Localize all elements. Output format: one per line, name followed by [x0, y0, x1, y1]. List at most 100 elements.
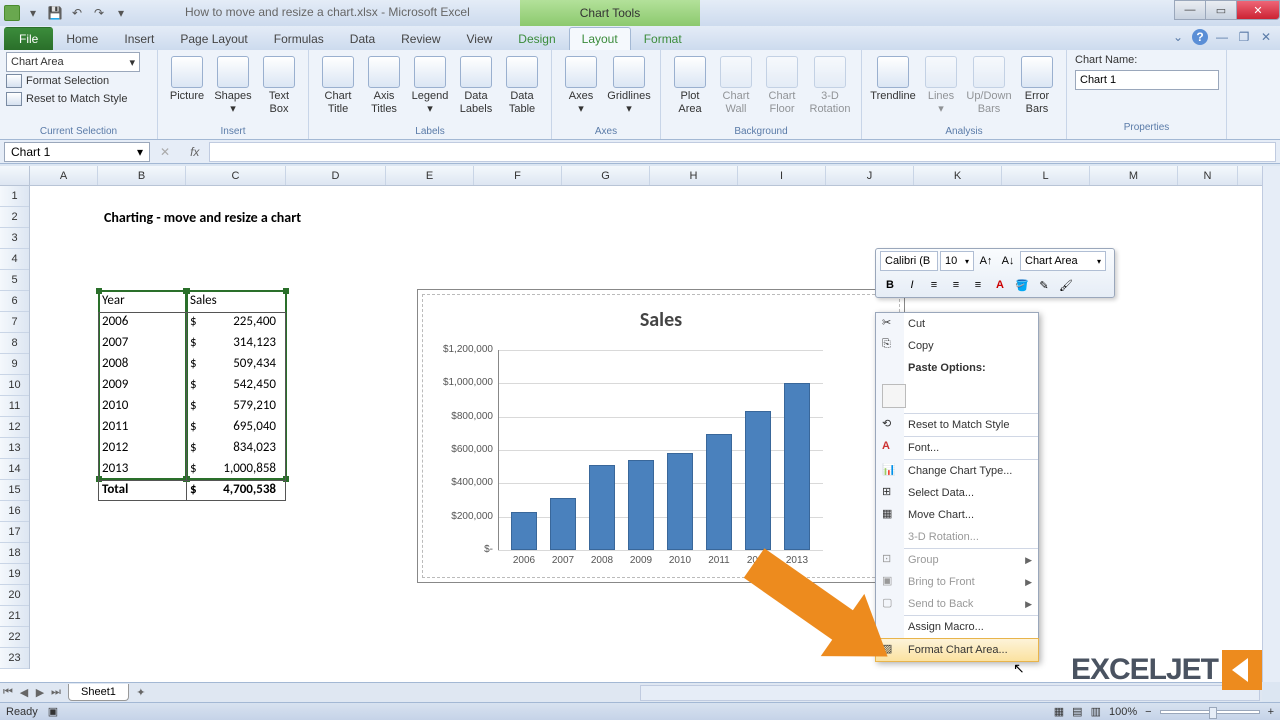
zoom-in-icon[interactable]: + [1268, 706, 1274, 718]
tab-insert[interactable]: Insert [111, 27, 167, 50]
reset-to-match-style-button[interactable]: Reset to Match Style [6, 90, 151, 108]
tab-formulas[interactable]: Formulas [261, 27, 337, 50]
workbook-restore-icon[interactable]: ❐ [1236, 29, 1252, 45]
error-bars-button[interactable]: Error Bars [1014, 52, 1060, 115]
gridlines-button[interactable]: Gridlines▾ [604, 52, 654, 115]
minimize-button[interactable]: — [1174, 0, 1206, 20]
tab-view[interactable]: View [454, 27, 506, 50]
redo-icon[interactable]: ↷ [90, 4, 108, 22]
formula-bar: Chart 1▾ ✕ fx [0, 140, 1280, 164]
tab-page-layout[interactable]: Page Layout [167, 27, 260, 50]
tab-home[interactable]: Home [53, 27, 111, 50]
ctx-cut[interactable]: ✂Cut [876, 313, 1038, 335]
align-right-icon[interactable]: ≡ [968, 275, 988, 295]
fx-icon[interactable]: fx [190, 145, 199, 159]
last-sheet-icon[interactable]: ⏭ [48, 685, 64, 701]
select-all-corner[interactable] [0, 166, 30, 186]
prev-sheet-icon[interactable]: ◀ [16, 685, 32, 701]
formula-input[interactable] [209, 142, 1276, 162]
bring-front-icon: ▣ [882, 574, 898, 590]
vertical-scrollbar[interactable] [1262, 166, 1280, 682]
name-box[interactable]: Chart 1▾ [4, 142, 150, 162]
picture-button[interactable]: Picture [164, 52, 210, 103]
ctx-move-chart[interactable]: ▦Move Chart... [876, 504, 1038, 526]
qat-dropdown-icon[interactable]: ▾ [24, 4, 42, 22]
ctx-font[interactable]: AFont... [876, 437, 1038, 459]
axis-titles-button[interactable]: Axis Titles [361, 52, 407, 115]
chart-title-button[interactable]: Chart Title [315, 52, 361, 115]
plot-area: $-$200,000$400,000$600,000$800,000$1,000… [498, 350, 823, 550]
error-bars-icon [1021, 56, 1053, 88]
tab-design[interactable]: Design [505, 27, 568, 50]
legend-button[interactable]: Legend▾ [407, 52, 453, 115]
grow-font-icon[interactable]: A↑ [976, 251, 996, 271]
data-table-button[interactable]: Data Table [499, 52, 545, 115]
plot-area-icon [674, 56, 706, 88]
tab-review[interactable]: Review [388, 27, 453, 50]
qat-customize-icon[interactable]: ▾ [112, 4, 130, 22]
view-normal-icon[interactable]: ▦ [1054, 705, 1064, 718]
help-icon[interactable]: ? [1192, 29, 1208, 45]
cancel-icon[interactable]: ✕ [160, 145, 170, 159]
tab-format[interactable]: Format [631, 27, 695, 50]
shrink-font-icon[interactable]: A↓ [998, 251, 1018, 271]
workbook-minimize-icon[interactable]: — [1214, 29, 1230, 45]
zoom-out-icon[interactable]: − [1145, 706, 1151, 718]
new-sheet-icon[interactable]: ✦ [133, 685, 149, 701]
ctx-change-chart-type[interactable]: 📊Change Chart Type... [876, 460, 1038, 482]
chart-element-dropdown[interactable]: Chart Area▾ [6, 52, 140, 72]
align-left-icon[interactable]: ≡ [924, 275, 944, 295]
bold-button[interactable]: B [880, 275, 900, 295]
chart-area-dropdown[interactable]: Chart Area▾ [1020, 251, 1106, 271]
next-sheet-icon[interactable]: ▶ [32, 685, 48, 701]
chart-object[interactable]: Sales $-$200,000$400,000$600,000$800,000… [417, 289, 905, 583]
font-family-dropdown[interactable]: Calibri (B [880, 251, 938, 271]
ctx-reset-style[interactable]: ⟲Reset to Match Style [876, 414, 1038, 436]
select-data-icon: ⊞ [882, 485, 898, 501]
undo-icon[interactable]: ↶ [68, 4, 86, 22]
status-bar: Ready ▣ ▦ ▤ ▥ 100% − + [0, 702, 1280, 720]
close-button[interactable]: ✕ [1236, 0, 1280, 20]
ctx-format-chart-area[interactable]: ▨Format Chart Area... [875, 638, 1039, 662]
chart-name-input[interactable] [1075, 70, 1219, 90]
macro-record-icon[interactable]: ▣ [48, 705, 58, 718]
zoom-level[interactable]: 100% [1109, 706, 1137, 718]
data-labels-button[interactable]: Data Labels [453, 52, 499, 115]
italic-button[interactable]: I [902, 275, 922, 295]
horizontal-scrollbar[interactable] [640, 685, 1260, 701]
first-sheet-icon[interactable]: ⏮ [0, 685, 16, 701]
minimize-ribbon-icon[interactable]: ⌄ [1170, 29, 1186, 45]
lines-button: Lines▾ [918, 52, 964, 115]
font-color-button[interactable]: A [990, 275, 1010, 295]
view-page-layout-icon[interactable]: ▤ [1072, 705, 1082, 718]
font-size-dropdown[interactable]: 10▾ [940, 251, 974, 271]
data-labels-icon [460, 56, 492, 88]
ctx-assign-macro[interactable]: Assign Macro... [876, 616, 1038, 638]
tab-data[interactable]: Data [337, 27, 388, 50]
axes-button[interactable]: Axes▾ [558, 52, 604, 115]
format-selection-button[interactable]: Format Selection [6, 72, 151, 90]
tab-layout[interactable]: Layout [569, 27, 631, 50]
format-painter-icon[interactable]: 🖌 [1056, 275, 1076, 295]
ctx-paste-option[interactable] [876, 379, 1038, 413]
textbox-button[interactable]: Text Box [256, 52, 302, 115]
save-icon[interactable]: 💾 [46, 4, 64, 22]
shapes-button[interactable]: Shapes▾ [210, 52, 256, 115]
align-center-icon[interactable]: ≡ [946, 275, 966, 295]
plot-area-button[interactable]: Plot Area [667, 52, 713, 115]
outline-button[interactable]: ✎ [1034, 275, 1054, 295]
tab-file[interactable]: File [4, 27, 53, 50]
zoom-slider[interactable] [1160, 710, 1260, 714]
fill-color-button[interactable]: 🪣 [1012, 275, 1032, 295]
column-headers[interactable]: ABCDEFGHIJKLMN [30, 166, 1262, 186]
sheet-tab-sheet1[interactable]: Sheet1 [68, 684, 129, 701]
shapes-icon [217, 56, 249, 88]
maximize-button[interactable]: ▭ [1205, 0, 1237, 20]
workbook-close-icon[interactable]: ✕ [1258, 29, 1274, 45]
updown-bars-button: Up/Down Bars [964, 52, 1014, 115]
view-page-break-icon[interactable]: ▥ [1091, 705, 1101, 718]
ctx-copy[interactable]: ⎘Copy [876, 335, 1038, 357]
row-headers[interactable]: 1234567891011121314151617181920212223 [0, 186, 30, 669]
trendline-button[interactable]: Trendline [868, 52, 918, 103]
ctx-select-data[interactable]: ⊞Select Data... [876, 482, 1038, 504]
